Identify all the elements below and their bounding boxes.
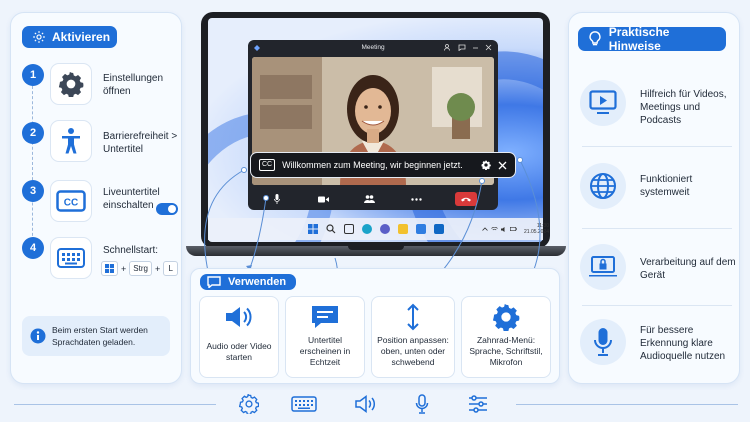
usage-card-label: Audio oder Video starten [206,341,272,362]
microphone-icon [410,393,434,415]
caption-message-icon [310,304,340,330]
usage-card: Audio oder Video starten [199,296,279,378]
caption-message-icon [206,274,222,290]
speaker-icon [224,305,254,329]
bottom-divider [516,404,738,405]
usage-card: Untertitel erscheinen in Echtzeit [285,296,365,378]
move-arrows-icon [405,303,421,331]
gear-icon [237,393,261,415]
usage-card-label: Position anpassen: oben, unten oder schw… [377,335,449,367]
bottom-divider [14,404,216,405]
usage-card: Zahnrad-Menü: Sprache, Schriftstil, Mikr… [461,296,551,378]
sliders-icon [466,393,490,415]
usage-card: Position anpassen: oben, unten oder schw… [371,296,455,378]
usage-header: Verwenden [200,274,296,290]
speaker-icon [354,393,378,415]
gear-icon [492,303,520,331]
usage-card-label: Zahnrad-Menü: Sprache, Schriftstil, Mikr… [469,335,543,367]
usage-card-label: Untertitel erscheinen in Echtzeit [299,335,351,367]
usage-title: Verwenden [228,276,287,288]
keyboard-icon [290,393,318,415]
